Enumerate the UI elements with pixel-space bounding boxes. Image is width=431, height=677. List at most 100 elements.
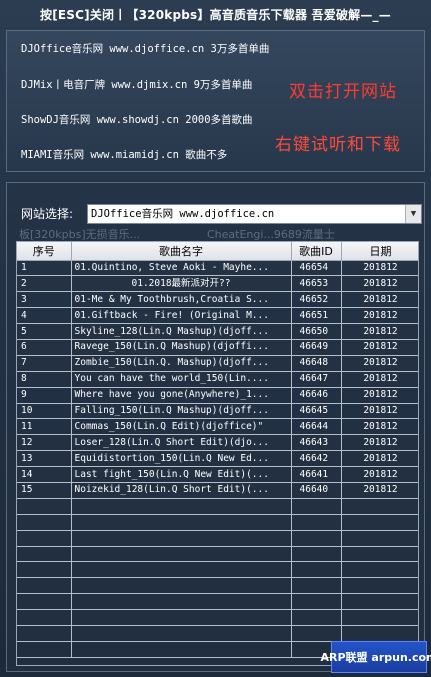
row-number: 13 [17, 450, 72, 468]
row-song-id: 46640 [291, 482, 342, 499]
table-row[interactable]: 14 Last fight_150(Lin.Q New Edit)(... 4664… [17, 466, 418, 483]
table-row[interactable]: 15 Noizekid_128(Lin.Q Short Edit)(... 4664… [17, 482, 418, 499]
row-song-name: 01.Quintino, Steve Aoki - Mayhe... [71, 260, 292, 277]
empty-cell [341, 514, 418, 531]
row-song-name: Falling_150(Lin.Q Mashup)(djoff... [71, 403, 292, 420]
empty-cell [341, 609, 418, 626]
window-title: 按[ESC]关闭丨【320kpbs】高音质音乐下载器 吾爱破解—_— [40, 7, 391, 22]
site-link-miamidj[interactable]: MIAMI音乐网 www.miamidj.cn 歌曲不多 [21, 146, 227, 164]
ghost-text-right: CheatEngi...9689流量士 [207, 228, 335, 241]
empty-cell [17, 593, 72, 611]
row-song-name: 01.2018最新派对开?? [71, 275, 292, 293]
hint-double-click-open: 双击打开网站 [289, 82, 397, 102]
row-song-name: 01-Me & My Toothbrush,Croatia S... [71, 291, 292, 309]
song-list-panel: 网站选择: DJOffice音乐网 www.djoffice.cn ▼ 板[32… [6, 182, 425, 672]
row-number: 3 [17, 291, 72, 309]
table-row[interactable]: 6 Ravege_150(Lin.Q Mashup)(djoffi... 46649… [17, 339, 418, 356]
site-link-djmix[interactable]: DJMix丨电音厂牌 www.djmix.cn 9万多首单曲 [21, 76, 252, 94]
row-song-name: Ravege_150(Lin.Q Mashup)(djoffi... [71, 339, 292, 356]
row-number: 4 [17, 307, 72, 325]
column-header-song-id[interactable]: 歌曲ID [291, 242, 342, 261]
column-header-number[interactable]: 序号 [17, 242, 72, 261]
row-date: 201812 [341, 307, 418, 325]
row-song-name: Loser_128(Lin.Q Short Edit)(djo... [71, 434, 292, 452]
row-date: 201812 [341, 482, 418, 499]
site-select-dropdown[interactable]: DJOffice音乐网 www.djoffice.cn ▼ [87, 204, 422, 224]
row-number: 5 [17, 323, 72, 340]
empty-cell [341, 625, 418, 642]
row-song-name: Equidistortion_150(Lin.Q New Ed... [71, 450, 292, 468]
table-row[interactable]: 3 01-Me & My Toothbrush,Croatia S... 46652… [17, 291, 418, 309]
empty-cell [71, 498, 292, 515]
empty-cell [291, 577, 342, 595]
row-date: 201812 [341, 466, 418, 483]
row-date: 201812 [341, 371, 418, 388]
empty-row [17, 546, 418, 563]
row-date: 201812 [341, 387, 418, 404]
empty-cell [71, 546, 292, 563]
site-link-showdj[interactable]: ShowDJ音乐网 www.showdj.cn 2000多首歌曲 [21, 111, 253, 129]
song-table[interactable]: 序号 歌曲名字 歌曲ID 日期 1 01.Quintino, Steve Aoki… [16, 241, 419, 666]
empty-cell [71, 593, 292, 611]
table-row[interactable]: 12 Loser_128(Lin.Q Short Edit)(djo... 4664… [17, 434, 418, 452]
column-header-date[interactable]: 日期 [341, 242, 418, 261]
table-row[interactable]: 4 01.Giftback - Fire! (Original M... 46651… [17, 307, 418, 325]
row-number: 15 [17, 482, 72, 499]
empty-row [17, 593, 418, 611]
empty-row [17, 625, 418, 642]
table-row[interactable]: 13 Equidistortion_150(Lin.Q New Ed... 4664… [17, 450, 418, 468]
row-song-name: 01.Giftback - Fire! (Original M... [71, 307, 292, 325]
app-window: 按[ESC]关闭丨【320kpbs】高音质音乐下载器 吾爱破解—_— DJOff… [0, 0, 431, 677]
table-row[interactable]: 10 Falling_150(Lin.Q Mashup)(djoff... 4664… [17, 403, 418, 420]
row-date: 201812 [341, 450, 418, 468]
row-song-name: You can have the world_150(Lin.... [71, 371, 292, 388]
empty-cell [291, 514, 342, 531]
table-row[interactable]: 1 01.Quintino, Steve Aoki - Mayhe... 46654… [17, 260, 418, 277]
row-number: 7 [17, 355, 72, 372]
row-number: 2 [17, 275, 72, 293]
row-song-name: Skyline_128(Lin.Q Mashup)(djoff... [71, 323, 292, 340]
empty-cell [17, 498, 72, 515]
row-date: 201812 [341, 275, 418, 293]
empty-cell [71, 641, 292, 658]
row-song-id: 46654 [291, 260, 342, 277]
table-row[interactable]: 8 You can have the world_150(Lin.... 46647… [17, 371, 418, 388]
empty-row [17, 561, 418, 579]
row-number: 11 [17, 418, 72, 436]
row-song-name: Noizekid_128(Lin.Q Short Edit)(... [71, 482, 292, 499]
row-number: 9 [17, 387, 72, 404]
empty-cell [291, 530, 342, 547]
row-song-id: 46650 [291, 323, 342, 340]
site-select-value: DJOffice音乐网 www.djoffice.cn [91, 208, 275, 220]
empty-row [17, 514, 418, 531]
empty-cell [341, 561, 418, 579]
empty-cell [291, 609, 342, 626]
empty-cell [341, 593, 418, 611]
row-number: 12 [17, 434, 72, 452]
empty-row [17, 609, 418, 626]
table-row[interactable]: 2 01.2018最新派对开?? 46653 201812 [17, 275, 418, 293]
empty-cell [291, 561, 342, 579]
table-row[interactable]: 9 Where have you gone(Anywhere)_1... 46646… [17, 387, 418, 404]
row-song-id: 46649 [291, 339, 342, 356]
table-header-row: 序号 歌曲名字 歌曲ID 日期 [17, 242, 418, 261]
row-number: 10 [17, 403, 72, 420]
empty-cell [341, 530, 418, 547]
table-row[interactable]: 5 Skyline_128(Lin.Q Mashup)(djoff... 46650… [17, 323, 418, 340]
site-link-djoffice[interactable]: DJOffice音乐网 www.djoffice.cn 3万多首单曲 [21, 40, 269, 58]
row-song-id: 46647 [291, 371, 342, 388]
watermark-logo: ARP联盟 arpun.com [321, 641, 431, 673]
row-song-id: 46651 [291, 307, 342, 325]
chevron-down-icon[interactable]: ▼ [405, 205, 421, 223]
empty-row [17, 498, 418, 515]
row-number: 14 [17, 466, 72, 483]
row-date: 201812 [341, 418, 418, 436]
row-song-id: 46653 [291, 275, 342, 293]
column-header-song-name[interactable]: 歌曲名字 [71, 242, 292, 261]
row-number: 8 [17, 371, 72, 388]
row-date: 201812 [341, 403, 418, 420]
empty-cell [17, 546, 72, 563]
row-song-name: Zombie_150(Lin.Q. Mashup)(djoff... [71, 355, 292, 372]
table-row[interactable]: 7 Zombie_150(Lin.Q. Mashup)(djoff... 46648… [17, 355, 418, 372]
table-row[interactable]: 11 Commas_150(Lin.Q Edit)(djoffice)" 46644… [17, 418, 418, 436]
